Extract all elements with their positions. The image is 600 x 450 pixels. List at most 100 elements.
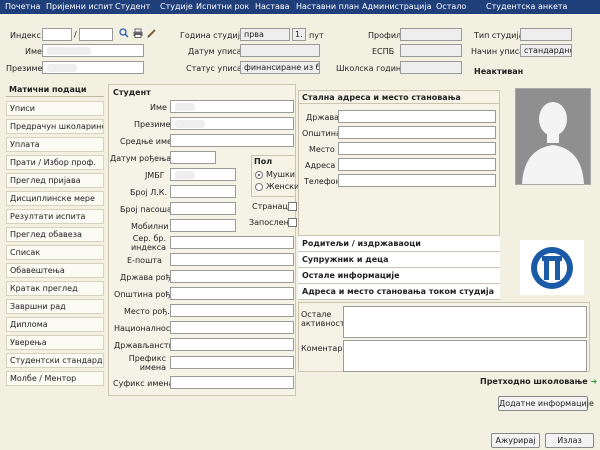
attempt-field: 1. [292,28,306,41]
other-activities-textarea[interactable] [343,306,587,338]
jmbg-input[interactable] [170,168,236,181]
menu-item-entrance-exam[interactable]: Пријемни испит [46,2,113,11]
foreigner-checkbox[interactable] [288,202,297,211]
arrow-right-icon: ➜ [590,377,598,386]
address-place-input[interactable] [338,142,496,155]
birth-date-label: Датум рођења [110,154,172,163]
birth-country-input[interactable] [170,270,294,283]
birth-place-label: Место рођ. [124,307,170,316]
mobile-input[interactable] [170,219,236,232]
student-last-name-label: Презиме [134,120,171,129]
sidebar-item-overview[interactable]: Кратак преглед [6,281,104,296]
sidebar-item-payment[interactable]: Уплата [6,137,104,152]
menu-item-student[interactable]: Студент [115,2,150,11]
top-menu-bar: Почетна Пријемни испит Студент Студије И… [0,0,600,14]
gender-male-radio[interactable] [255,171,263,179]
section-parents[interactable]: Родитељи / издржаваоци [298,236,500,252]
edit-pencil-icon[interactable] [147,28,157,38]
search-icon[interactable] [119,28,129,38]
sidebar-item-registrations[interactable]: Преглед пријава [6,173,104,188]
sidebar-item-enrollments[interactable]: Уписи [6,101,104,116]
menu-item-teaching[interactable]: Настава [255,2,290,11]
enroll-status-label: Статус уписа [186,64,242,73]
comment-label: Коментар [301,344,343,353]
exit-button[interactable]: Излаз [545,433,594,448]
birth-date-input[interactable] [170,151,216,164]
name-suffix-input[interactable] [170,376,294,389]
menu-item-administration[interactable]: Администрација [362,2,431,11]
index-number-input[interactable] [42,28,72,41]
address-municipality-input[interactable] [338,126,496,139]
citizenship-input[interactable] [170,338,294,351]
enroll-mode-field: стандардно [520,44,572,57]
sidebar-item-tuition-estimate[interactable]: Предрачун школарине [6,119,104,134]
citizenship-label: Држављанство [114,341,179,350]
sidebar-item-requests-mentor[interactable]: Молбе / Ментор [6,371,104,386]
sidebar-item-follow-professor[interactable]: Прати / Избор проф. [6,155,104,170]
menu-item-studies[interactable]: Студије [160,2,193,11]
gender-female-radio[interactable] [255,183,263,191]
gender-male-label: Мушки [266,170,295,179]
study-year-label: Година студија [180,31,245,40]
address-street-input[interactable] [338,158,496,171]
employed-label: Запослен [249,218,289,227]
section-other-info[interactable]: Остале информације [298,268,500,284]
index-serial-input[interactable] [170,236,294,249]
nationality-input[interactable] [170,321,294,334]
section-study-address[interactable]: Адреса и место становања током студија [298,284,500,300]
index-serial-label: Сер. бр. индекса [130,234,166,252]
address-place-label: Место [309,145,335,154]
index-separator: / [74,30,77,39]
enroll-mode-label: Начин уписа [471,47,525,56]
study-type-field [520,28,572,41]
name-prefix-input[interactable] [170,356,294,369]
print-icon[interactable] [133,28,143,38]
sidebar-item-thesis[interactable]: Завршни рад [6,299,104,314]
surname-field [42,61,144,74]
middle-name-input[interactable] [170,134,294,147]
menu-item-home[interactable]: Почетна [5,2,40,11]
sidebar-item-notices[interactable]: Обавештења [6,263,104,278]
sidebar-title: Матични подаци [6,84,104,97]
birth-place-input[interactable] [170,304,294,317]
student-photo [515,88,591,185]
sidebar-item-certificates[interactable]: Уверења [6,335,104,350]
index-year-input[interactable] [79,28,113,41]
birth-municipality-input[interactable] [170,287,294,300]
student-first-name-input[interactable] [170,100,294,113]
update-button[interactable]: Ажурирај [491,433,540,448]
menu-item-exam-period[interactable]: Испитни рок [196,2,249,11]
additional-info-button[interactable]: Додатне информације [498,396,594,411]
id-card-input[interactable] [170,185,236,198]
jmbg-label: ЈМБГ [145,171,165,180]
profile-label: Профил [368,31,402,40]
id-card-label: Број Л.К. [130,188,168,197]
birth-municipality-label: Општина рођ. [114,290,173,299]
middle-name-label: Средње име [120,137,172,146]
student-last-name-input[interactable] [170,117,294,130]
section-spouse-children[interactable]: Супружник и деца [298,252,500,268]
menu-item-curriculum[interactable]: Наставни план [296,2,359,11]
sidebar-item-student-standard[interactable]: Студентски стандард [6,353,104,368]
name-field [42,44,144,57]
student-first-name-label: Име [150,103,167,112]
previous-schooling-link[interactable]: Претходно школовање ➜ [480,377,597,389]
gender-label: Пол [254,157,273,166]
sidebar-item-exam-results[interactable]: Резултати испита [6,209,104,224]
menu-item-other[interactable]: Остало [436,2,466,11]
address-phone-input[interactable] [338,174,496,187]
sidebar-item-diploma[interactable]: Диплома [6,317,104,332]
email-input[interactable] [170,253,294,266]
status-text: Неактиван [474,67,524,76]
employed-checkbox[interactable] [288,218,297,227]
sidebar-item-list[interactable]: Списак [6,245,104,260]
espb-field [400,44,462,57]
passport-input[interactable] [170,202,236,215]
comment-textarea[interactable] [343,340,587,372]
email-label: Е-пошта [127,256,162,265]
menu-item-student-survey[interactable]: Студентска анкета [486,2,567,11]
sidebar-item-disciplinary[interactable]: Дисциплинске мере [6,191,104,206]
sidebar-item-obligations[interactable]: Преглед обавеза [6,227,104,242]
previous-schooling-label: Претходно школовање [480,377,588,386]
address-country-input[interactable] [338,110,496,123]
